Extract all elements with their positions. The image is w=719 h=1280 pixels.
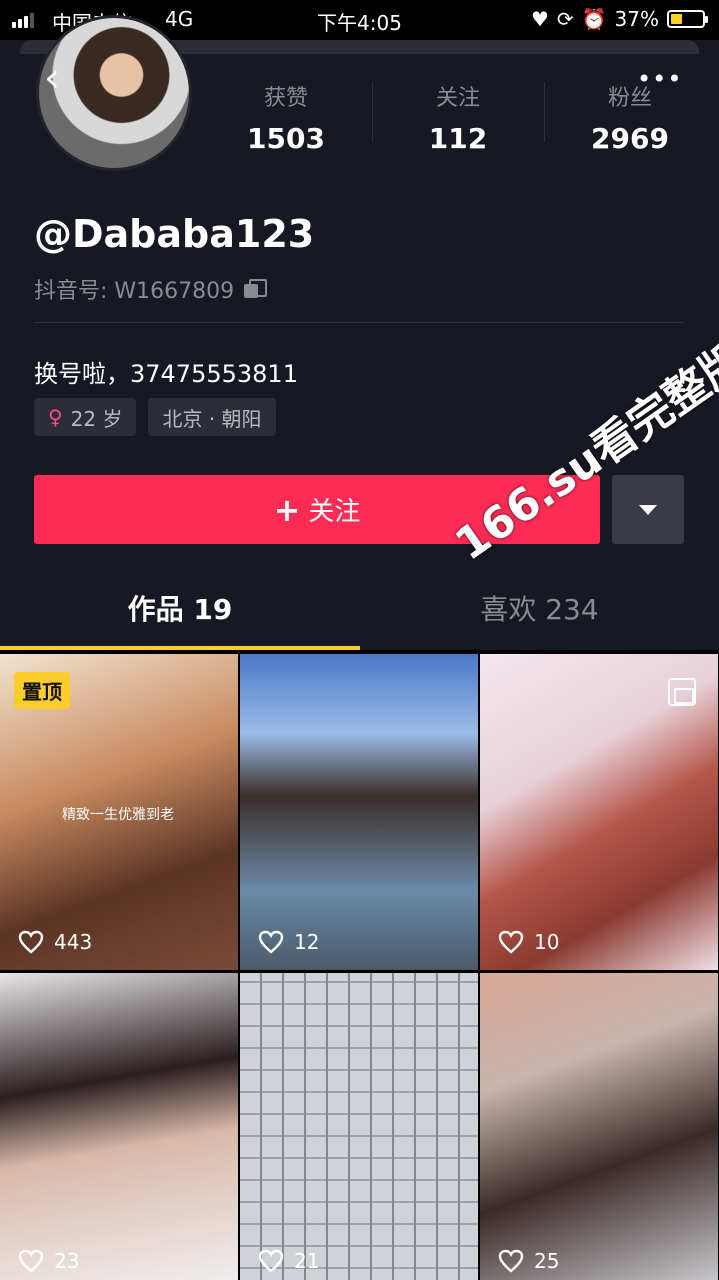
bio: 换号啦，37475553811: [34, 360, 298, 388]
video-thumbnail[interactable]: 25: [480, 973, 718, 1280]
like-count-text: 21: [294, 1249, 320, 1273]
female-icon: ♀: [48, 405, 63, 429]
stat-followers[interactable]: 粉丝 2969: [544, 80, 716, 155]
location-text: 北京 · 朝阳: [162, 406, 262, 431]
profile-header: ‹ ••• 获赞 1503 关注 112 粉丝 2969 @Dababa123 …: [0, 15, 719, 650]
douyin-id: 抖音号: W1667809: [34, 273, 268, 305]
like-count-text: 12: [294, 930, 320, 954]
video-thumbnail[interactable]: 置顶 精致一生优雅到老 443: [0, 654, 238, 970]
stat-value: 2969: [591, 122, 669, 155]
stats-row: 获赞 1503 关注 112 粉丝 2969: [200, 80, 719, 155]
pinned-badge: 置顶: [14, 672, 70, 709]
like-count: 12: [258, 930, 319, 954]
like-count: 25: [498, 1249, 559, 1273]
caret-down-icon: [639, 504, 657, 515]
like-count-text: 23: [54, 1249, 80, 1273]
douyin-id-text: 抖音号: W1667809: [34, 279, 235, 304]
battery-percent: 37%: [614, 7, 659, 31]
heart-icon: ♥: [530, 7, 549, 31]
like-count: 23: [18, 1249, 79, 1273]
username: @Dababa123: [34, 212, 315, 256]
rotation-lock-icon: ⟳: [556, 7, 574, 31]
recommend-dropdown-button[interactable]: [612, 475, 684, 544]
plus-icon: +: [273, 490, 301, 529]
stat-value: 112: [428, 122, 488, 155]
video-thumbnail[interactable]: 10: [480, 654, 718, 970]
heart-outline-icon: [258, 930, 284, 954]
stat-likes[interactable]: 获赞 1503: [200, 80, 372, 155]
back-button[interactable]: ‹: [44, 58, 84, 100]
stat-label: 粉丝: [607, 86, 652, 111]
heart-outline-icon: [498, 930, 524, 954]
age-tag: ♀ 22 岁: [34, 398, 137, 436]
tab-indicator: [0, 646, 360, 650]
video-thumbnail[interactable]: 23: [0, 973, 238, 1280]
like-count-text: 10: [534, 930, 560, 954]
like-count-text: 443: [54, 930, 93, 954]
photo-album-icon: [668, 678, 696, 706]
stat-value: 1503: [247, 122, 325, 155]
heart-outline-icon: [258, 1249, 284, 1273]
video-thumbnail[interactable]: 21: [240, 973, 478, 1280]
heart-outline-icon: [498, 1249, 524, 1273]
like-count-text: 25: [534, 1249, 560, 1273]
like-count: 10: [498, 930, 559, 954]
age-text: 22 岁: [70, 406, 123, 431]
stat-label: 关注: [435, 86, 480, 111]
tab-works[interactable]: 作品 19: [0, 588, 360, 628]
follow-label: 关注: [308, 497, 361, 527]
like-count: 21: [258, 1249, 319, 1273]
battery-icon: [667, 10, 708, 28]
like-count: 443: [18, 930, 92, 954]
copy-icon[interactable]: [244, 279, 268, 299]
video-thumbnail[interactable]: 12: [240, 654, 478, 970]
profile-tags: ♀ 22 岁 北京 · 朝阳: [34, 398, 276, 436]
heart-outline-icon: [18, 930, 44, 954]
video-grid: 置顶 精致一生优雅到老 443 12 10 23 21 25: [0, 654, 719, 1280]
divider: [34, 322, 684, 323]
location-tag: 北京 · 朝阳: [148, 398, 276, 436]
stat-following[interactable]: 关注 112: [372, 80, 544, 155]
heart-outline-icon: [18, 1249, 44, 1273]
alarm-icon: ⏰: [581, 7, 607, 31]
stat-label: 获赞: [263, 86, 308, 111]
video-caption-overlay: 精致一生优雅到老: [62, 807, 174, 823]
tab-likes[interactable]: 喜欢 234: [360, 588, 719, 628]
